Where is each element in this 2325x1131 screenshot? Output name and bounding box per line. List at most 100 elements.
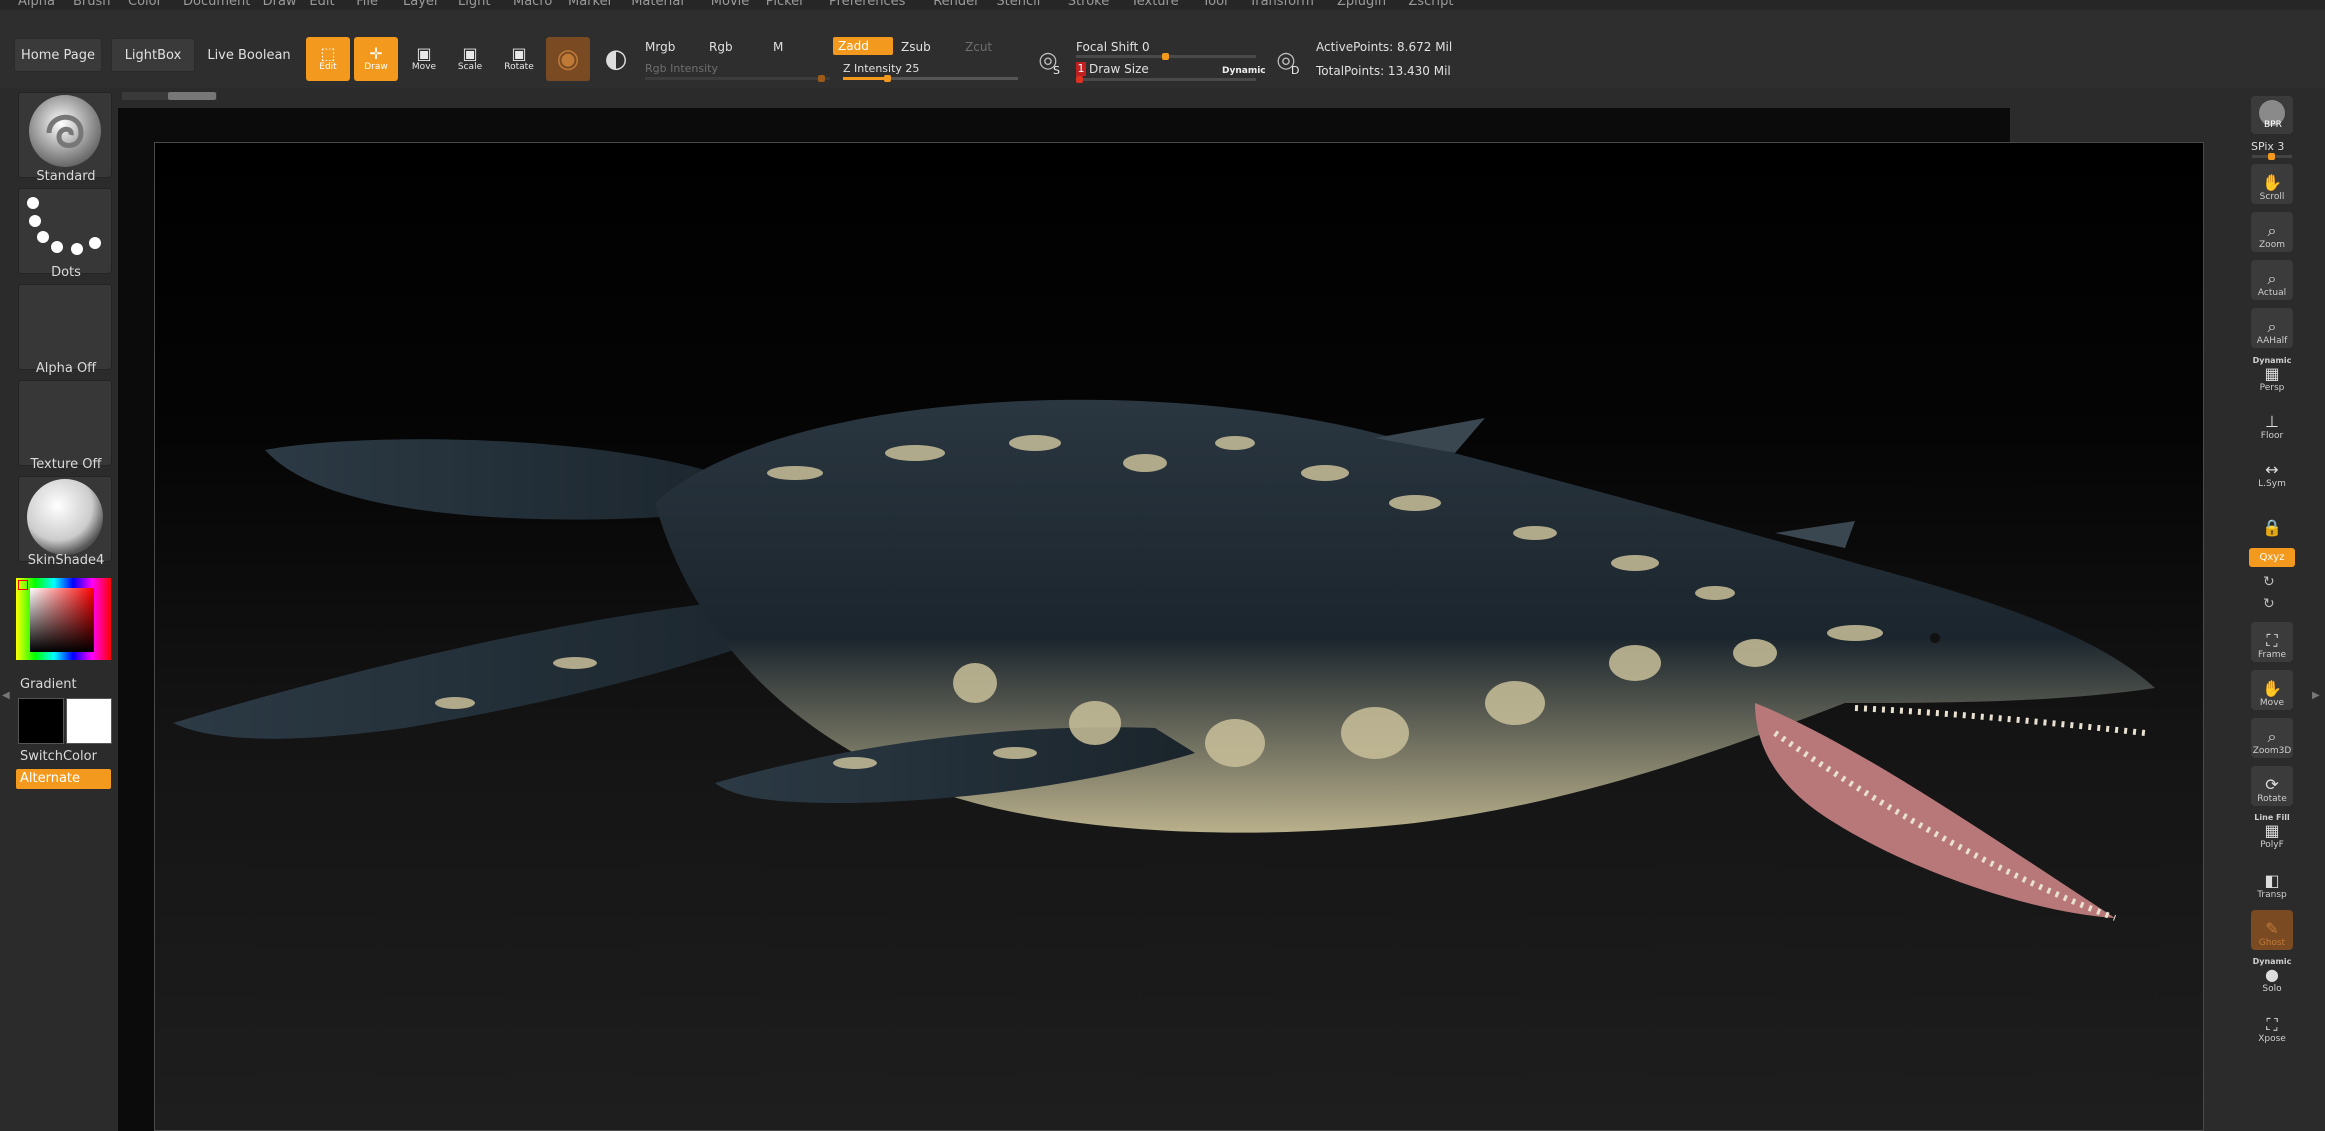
focal-shift-knob[interactable]	[1162, 53, 1169, 60]
menu-item-brush[interactable]: Brush	[73, 0, 111, 9]
aahalf-button[interactable]: ⌕ AAHalf	[2251, 308, 2293, 348]
scale-mode-button[interactable]: ▣ Scale	[448, 37, 492, 81]
menu-item-marker[interactable]: Marker	[568, 0, 613, 9]
draw-size-slider[interactable]	[1076, 76, 1256, 83]
menu-item-texture[interactable]: Texture	[1131, 0, 1179, 9]
menu-item-stencil[interactable]: Stencil	[996, 0, 1040, 9]
z-intensity-slider[interactable]	[843, 75, 1018, 82]
spix-knob[interactable]	[2268, 153, 2275, 160]
canvas-scroll-thumb[interactable]	[168, 92, 216, 100]
actual-button[interactable]: ⌕ Actual	[2251, 260, 2293, 300]
persp-button[interactable]: Dynamic ▦ Persp	[2251, 355, 2293, 395]
menu-item-draw[interactable]: Draw	[263, 0, 297, 9]
menu-item-edit[interactable]: Edit	[309, 0, 334, 9]
stroke-thumbnail[interactable]	[18, 188, 112, 274]
material-swatch-button[interactable]: ◉	[546, 37, 590, 81]
dynamic-toggle[interactable]: Dynamic	[1222, 66, 1266, 76]
dots-stroke-icon	[27, 197, 101, 255]
menu-item-zscript[interactable]: Zscript	[1408, 0, 1453, 9]
xyz-rotate-button[interactable]: Qxyz	[2249, 548, 2295, 567]
menu-item-preferences[interactable]: Preferences	[829, 0, 905, 9]
document-canvas[interactable]	[154, 142, 2204, 1131]
z-intensity-label: Z Intensity 25	[843, 62, 919, 75]
texture-thumbnail[interactable]	[18, 380, 112, 466]
zoom-button[interactable]: ⌕ Zoom	[2251, 212, 2293, 252]
menu-item-tool[interactable]: Tool	[1202, 0, 1227, 9]
switchcolor-button[interactable]: SwitchColor	[20, 749, 97, 764]
alternate-button[interactable]: Alternate	[16, 769, 111, 789]
focal-shift-slider[interactable]	[1076, 53, 1256, 60]
menu-item-light[interactable]: Light	[458, 0, 490, 9]
rgb-button[interactable]: Rgb	[709, 40, 733, 54]
bpr-button[interactable]: BPR	[2251, 96, 2293, 134]
color-picker[interactable]	[16, 578, 111, 660]
menu-item-layer[interactable]: Layer	[403, 0, 439, 9]
live-boolean-button[interactable]: Live Boolean	[204, 38, 294, 72]
standard-brush-icon	[29, 95, 101, 167]
right-collapse-icon[interactable]: ▶	[2312, 690, 2320, 701]
mrgb-button[interactable]: Mrgb	[645, 40, 675, 54]
focal-shift-value: 0	[1142, 40, 1150, 54]
lightbox-button[interactable]: LightBox	[111, 38, 195, 72]
material-thumbnail[interactable]	[18, 476, 112, 562]
lsym-button[interactable]: ↔ L.Sym	[2251, 451, 2293, 491]
lock-button[interactable]: 🔒	[2251, 499, 2293, 539]
z-rotate-icon[interactable]: ↻	[2263, 596, 2275, 612]
home-page-button[interactable]: Home Page	[14, 38, 102, 72]
ghost-button[interactable]: ✎ Ghost	[2251, 910, 2293, 950]
menu-item-movie[interactable]: Movie	[711, 0, 749, 9]
actual-label: Actual	[2257, 288, 2287, 298]
rgb-intensity-slider[interactable]	[645, 75, 830, 82]
lsym-label: L.Sym	[2258, 479, 2286, 489]
zcut-button[interactable]: Zcut	[965, 40, 992, 54]
focal-s-button[interactable]: ◎	[1030, 43, 1066, 79]
menu-item-material[interactable]: Material	[631, 0, 684, 9]
zsub-button[interactable]: Zsub	[901, 40, 931, 54]
gradient-sphere-button[interactable]: ◐	[594, 37, 638, 81]
menu-item-zplugin[interactable]: Zplugin	[1337, 0, 1386, 9]
brush-thumbnail[interactable]	[18, 92, 112, 178]
left-collapse-icon[interactable]: ◀	[2, 690, 10, 701]
menu-item-file[interactable]: File	[356, 0, 378, 9]
menu-item-color[interactable]: Color	[128, 0, 162, 9]
menu-item-alpha[interactable]: Alpha	[18, 0, 55, 9]
half-sphere-icon: ◐	[604, 44, 628, 74]
alpha-thumbnail[interactable]	[18, 284, 112, 370]
menu-item-render[interactable]: Render	[933, 0, 979, 9]
frame-button[interactable]: ⛶ Frame	[2251, 622, 2293, 662]
polyf-button[interactable]: Line Fill ▦ PolyF	[2251, 812, 2293, 852]
move-view-button[interactable]: ✋ Move	[2251, 670, 2293, 710]
rotate-view-button[interactable]: ⟳ Rotate	[2251, 766, 2293, 806]
solo-button[interactable]: Dynamic ● Solo	[2251, 956, 2293, 996]
canvas-scrollbar[interactable]	[122, 92, 217, 100]
xpose-button[interactable]: ⛶ Xpose	[2251, 1006, 2293, 1046]
menu-item-stroke[interactable]: Stroke	[1068, 0, 1109, 9]
draw-mode-button[interactable]: ✛ Draw	[354, 37, 398, 81]
m-button[interactable]: M	[773, 40, 783, 54]
rotate-mode-button[interactable]: ▣ Rotate	[497, 37, 541, 81]
color-square[interactable]	[30, 588, 94, 652]
edit-mode-button[interactable]: ⬚ Edit	[306, 37, 350, 81]
transp-button[interactable]: ◧ Transp	[2251, 862, 2293, 902]
persp-label: Persp	[2259, 383, 2285, 393]
rgb-intensity-knob[interactable]	[818, 75, 825, 82]
draw-d-letter: D	[1291, 64, 1300, 77]
menu-item-document[interactable]: Document	[183, 0, 250, 9]
spix-slider[interactable]	[2252, 153, 2292, 160]
scroll-button[interactable]: ✋ Scroll	[2251, 164, 2293, 204]
y-rotate-icon[interactable]: ↻	[2263, 574, 2275, 590]
gradient-label: Gradient	[20, 677, 77, 692]
menu-item-picker[interactable]: Picker	[766, 0, 805, 9]
skinshade-sphere-icon	[27, 479, 103, 555]
menu-item-macro[interactable]: Macro	[513, 0, 552, 9]
zadd-button[interactable]: Zadd	[833, 37, 893, 55]
floor-button[interactable]: ⊥ Floor	[2251, 403, 2293, 443]
menu-item-transform[interactable]: Transform	[1249, 0, 1314, 9]
zoom3d-button[interactable]: ⌕ Zoom3D	[2251, 718, 2293, 758]
move-mode-button[interactable]: ▣ Move	[402, 37, 446, 81]
magnifier-icon: ⌕	[2267, 317, 2277, 336]
main-color-swatch[interactable]	[66, 698, 112, 744]
secondary-color-swatch[interactable]	[18, 698, 64, 744]
draw-size-knob[interactable]	[1076, 76, 1083, 83]
z-intensity-knob[interactable]	[883, 75, 891, 82]
